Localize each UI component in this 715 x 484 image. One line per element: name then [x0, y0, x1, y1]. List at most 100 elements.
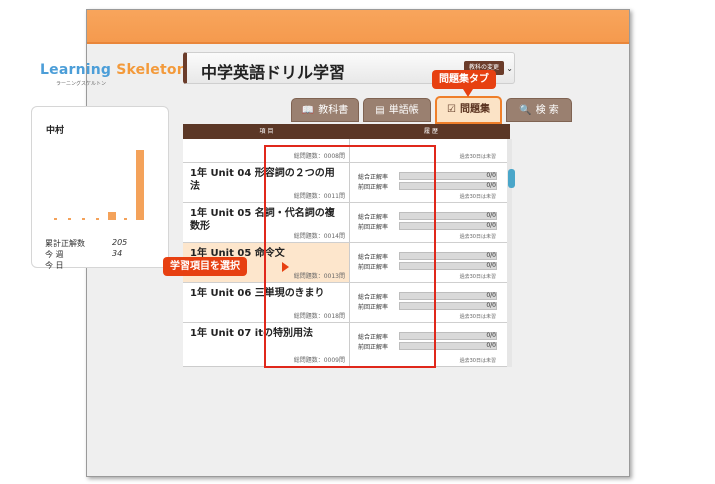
- tab-label: 検 索: [535, 105, 559, 116]
- history-cell: 過去30日は未習: [351, 139, 510, 162]
- item-cell[interactable]: 1年 Unit 07 itの特別用法総問題数：0009問: [183, 323, 350, 366]
- topic-title: 1年 Unit 04 形容詞の２つの用法: [190, 168, 335, 192]
- callout-select-topic: 学習項目を選択: [163, 257, 247, 276]
- rate-prev-bar: [399, 302, 497, 310]
- topic-title: 1年 Unit 06 三単現のきまり: [190, 288, 325, 299]
- list-item[interactable]: 1年 Unit 06 三単現のきまり 総問題数：0018問 総合正解率 0/0 前回正解…: [183, 283, 510, 323]
- history-note: 過去30日は未習: [459, 358, 496, 364]
- history-note: 過去30日は未習: [459, 234, 496, 240]
- page-title: 中学英語ドリル学習: [201, 63, 346, 82]
- chart-bar: [108, 212, 116, 220]
- tab-search[interactable]: 🔍 検 索: [506, 98, 572, 122]
- callout-arrow-right: [282, 262, 289, 272]
- rate-total-bar: [399, 172, 497, 180]
- table-header: 項 目 履 歴: [183, 124, 510, 139]
- rate-prev-bar: [399, 262, 497, 270]
- user-name: 中村: [46, 126, 65, 136]
- tab-label: 教科書: [318, 105, 349, 116]
- rate-total-label: 総合正解率: [358, 174, 389, 181]
- column-header-item: 項 目: [259, 128, 274, 135]
- rate-prev-value: 0/0: [486, 342, 496, 349]
- rate-prev-bar: [399, 222, 497, 230]
- stat-label-today: 今 日: [45, 261, 64, 270]
- rate-total-bar: [399, 292, 497, 300]
- rate-prev-label: 前回正解率: [358, 184, 389, 191]
- logo: Learning Skeleton: [40, 62, 187, 78]
- history-note: 過去30日は未習: [459, 274, 496, 280]
- history-cell: 総合正解率 0/0 前回正解率 0/0 過去30日は未習: [351, 163, 510, 202]
- tab-problem-set[interactable]: ☑ 問題集: [435, 96, 502, 124]
- chart-bar-empty: [54, 218, 57, 220]
- tab-textbook[interactable]: 📖 教科書: [291, 98, 359, 122]
- rate-total-value: 0/0: [486, 212, 496, 219]
- rate-total-label: 総合正解率: [358, 294, 389, 301]
- item-cell[interactable]: 1年 Unit 04 形容詞の２つの用法 総問題数：0011問: [183, 163, 350, 202]
- rate-total-bar: [399, 332, 497, 340]
- stat-value-total: 205: [112, 238, 128, 247]
- question-count: 総問題数：0008問: [293, 153, 345, 160]
- rate-prev-value: 0/0: [486, 222, 496, 229]
- rate-prev-value: 0/0: [486, 262, 496, 269]
- tab-wordbook[interactable]: ▤ 単語帳: [363, 98, 431, 122]
- chart-bar-empty: [96, 218, 99, 220]
- logo-subtitle: ラーニングスケルトン: [56, 81, 107, 87]
- question-count: 総問題数：0018問: [293, 313, 345, 320]
- history-cell: 総合正解率 0/0 前回正解率 0/0 過去30日は未習: [351, 203, 510, 242]
- checklist-icon: ☑: [447, 104, 456, 115]
- rate-prev-label: 前回正解率: [358, 224, 389, 231]
- history-cell: 総合正解率 0/0 前回正解率 0/0 過去30日は未習: [351, 283, 510, 322]
- column-header-history: 履 歴: [424, 128, 438, 135]
- list-item[interactable]: 1年 現在進行形総問題数：0008問過去30日は未習: [183, 139, 510, 163]
- book-icon: 📖: [301, 105, 315, 116]
- list-item[interactable]: 1年 Unit 04 形容詞の２つの用法 総問題数：0011問 総合正解率 0/0 前回…: [183, 163, 510, 203]
- rate-total-value: 0/0: [486, 172, 496, 179]
- top-bar: [87, 10, 629, 44]
- rate-prev-bar: [399, 182, 497, 190]
- question-count: 総問題数：0011問: [293, 193, 345, 200]
- callout-problem-tab: 問題集タブ: [432, 70, 496, 89]
- question-count: 総問題数：0014問: [293, 233, 345, 240]
- rate-total-value: 0/0: [486, 252, 496, 259]
- item-cell[interactable]: 1年 Unit 05 名詞・代名詞の複数形 総問題数：0014問: [183, 203, 350, 242]
- topic-title: 1年 Unit 05 名詞・代名詞の複数形: [190, 208, 335, 232]
- history-cell: 総合正解率 0/0 前回正解率 0/0 過去30日は未習: [351, 243, 510, 282]
- callout-arrow-down: [463, 89, 473, 97]
- question-count: 総問題数：0013問: [293, 273, 345, 280]
- item-cell[interactable]: 1年 現在進行形総問題数：0008問: [183, 139, 350, 162]
- stat-label-total: 累計正解数: [45, 239, 85, 248]
- rate-total-bar: [399, 212, 497, 220]
- chart-bar-empty: [82, 218, 85, 220]
- rate-prev-label: 前回正解率: [358, 344, 389, 351]
- chart-bar-empty: [124, 218, 127, 220]
- rate-total-label: 総合正解率: [358, 254, 389, 261]
- rate-total-label: 総合正解率: [358, 334, 389, 341]
- rate-total-value: 0/0: [486, 292, 496, 299]
- rate-total-label: 総合正解率: [358, 214, 389, 221]
- tab-label: 問題集: [459, 104, 490, 115]
- rate-total-bar: [399, 252, 497, 260]
- stat-label-week: 今 週: [45, 250, 64, 259]
- history-cell: 総合正解率 0/0 前回正解率 0/0 過去30日は未習: [351, 323, 510, 366]
- rate-prev-bar: [399, 342, 497, 350]
- wordbook-icon: ▤: [375, 105, 385, 116]
- list-item[interactable]: 1年 Unit 05 名詞・代名詞の複数形 総問題数：0014問 総合正解率 0/0 前…: [183, 203, 510, 243]
- topic-title: 1年 Unit 07 itの特別用法: [190, 328, 313, 339]
- user-summary-card: 中村 累計正解数 205 今 週 34 今 日: [31, 106, 169, 270]
- chart-bar: [136, 150, 144, 220]
- history-note: 過去30日は未習: [459, 154, 496, 160]
- item-cell[interactable]: 1年 Unit 06 三単現のきまり総問題数：0018問: [183, 283, 350, 322]
- chevron-down-icon[interactable]: ⌄: [506, 64, 513, 73]
- search-icon: 🔍: [519, 105, 532, 116]
- chart-bar-empty: [68, 218, 71, 220]
- tab-label: 単語帳: [388, 105, 419, 116]
- history-note: 過去30日は未習: [459, 194, 496, 200]
- scrollbar-thumb[interactable]: [508, 169, 515, 188]
- rate-prev-value: 0/0: [486, 302, 496, 309]
- topic-list: 1年 現在進行形総問題数：0008問過去30日は未習1年 Unit 04 形容詞…: [183, 139, 510, 367]
- history-note: 過去30日は未習: [459, 314, 496, 320]
- rate-total-value: 0/0: [486, 332, 496, 339]
- rate-prev-label: 前回正解率: [358, 264, 389, 271]
- list-item[interactable]: 1年 Unit 07 itの特別用法総問題数：0009問 総合正解率 0/0 前回正解…: [183, 323, 510, 366]
- question-count: 総問題数：0009問: [293, 357, 345, 364]
- stat-value-week: 34: [112, 249, 123, 258]
